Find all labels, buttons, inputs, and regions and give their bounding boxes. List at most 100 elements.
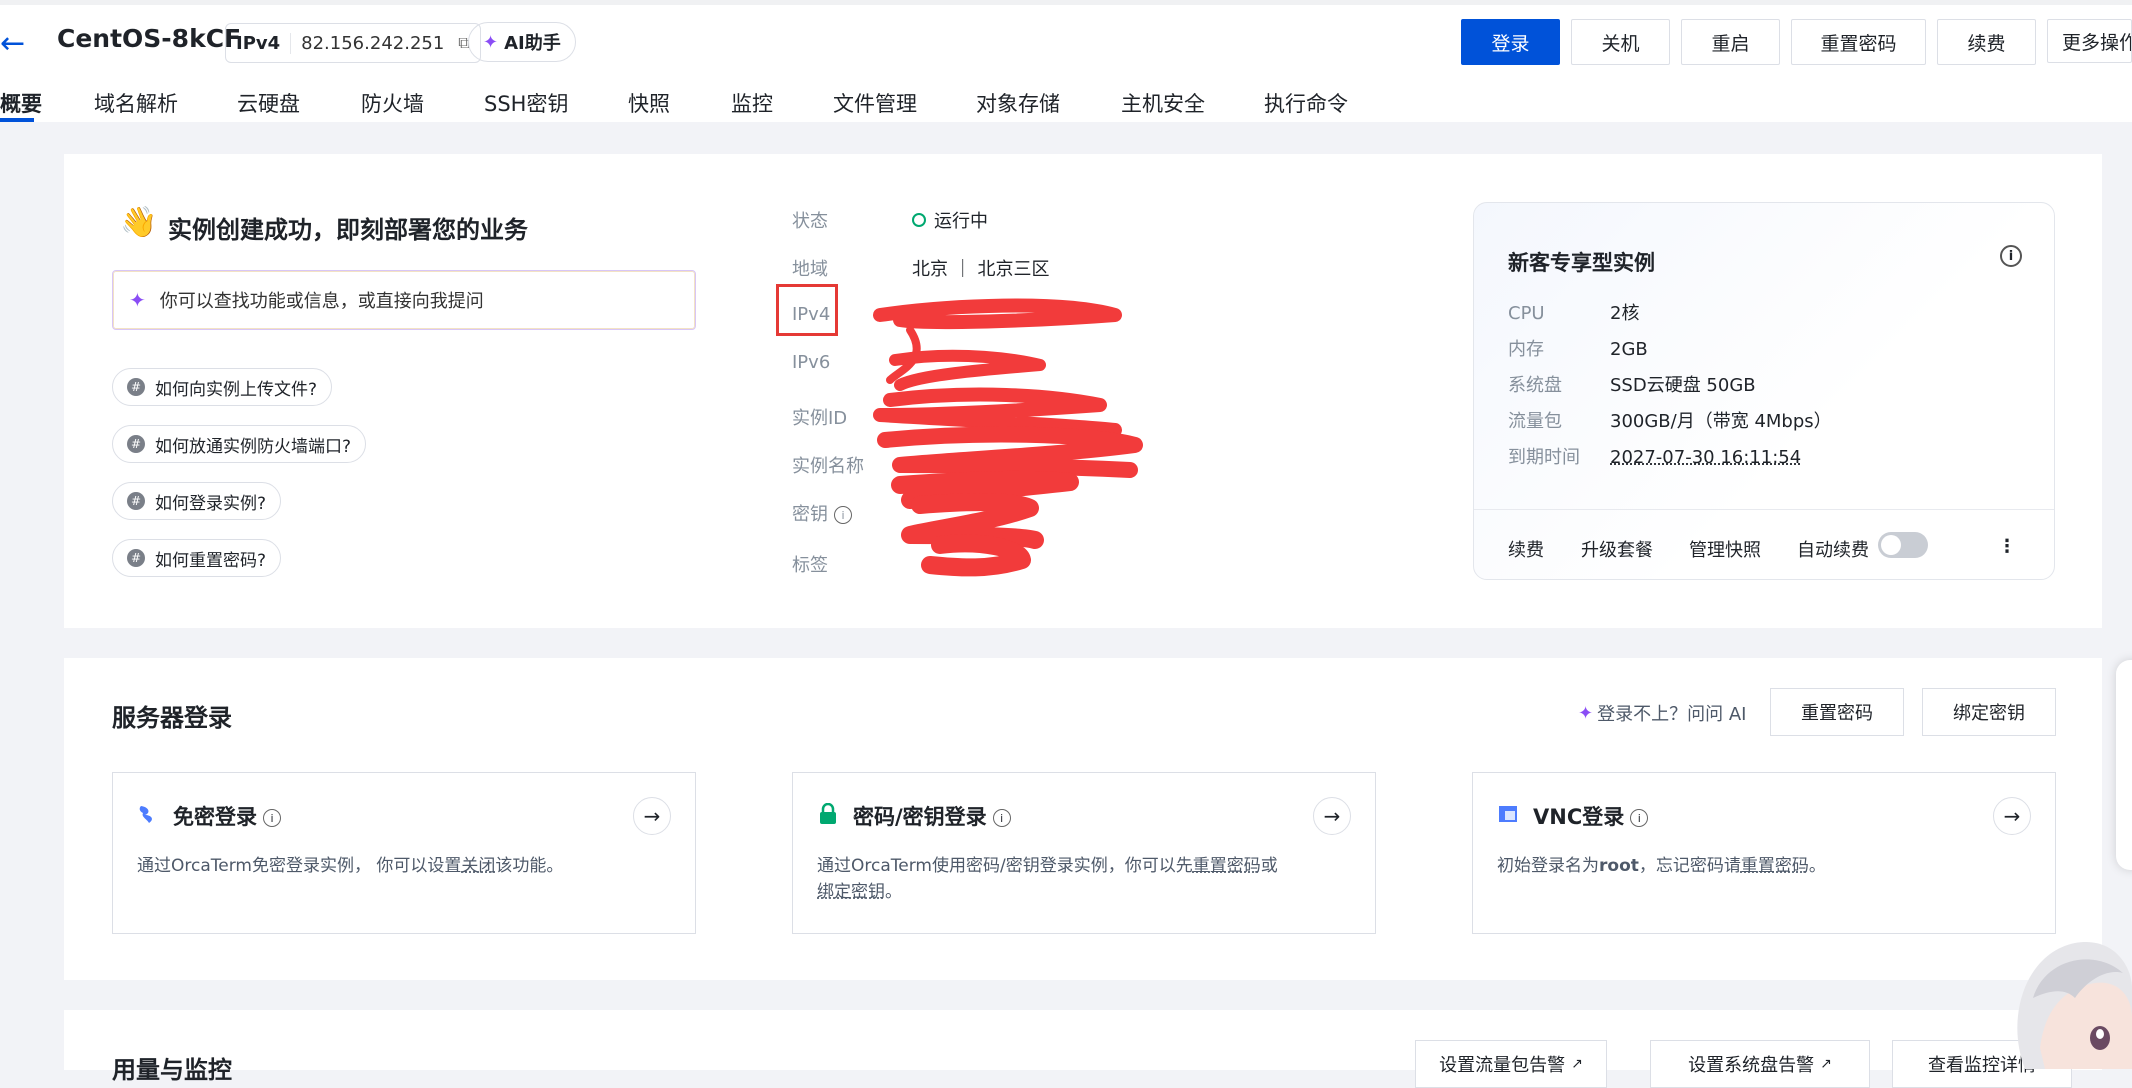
- info-icon[interactable]: i: [993, 809, 1011, 827]
- bind-key-link[interactable]: 绑定密钥: [817, 882, 885, 902]
- renew-button[interactable]: 续费: [1937, 19, 2036, 65]
- spec-key: 到期时间: [1508, 443, 1610, 469]
- vnc-reset-password-link[interactable]: 重置密码: [1741, 856, 1809, 876]
- tab-execute-command[interactable]: 执行命令: [1264, 88, 1348, 118]
- spec-key: 系统盘: [1508, 371, 1610, 397]
- tag-label: 标签: [792, 551, 828, 577]
- info-icon[interactable]: i: [834, 506, 852, 524]
- spec-value: 2核: [1610, 303, 1639, 324]
- auto-renew-toggle[interactable]: [1878, 532, 1928, 558]
- sparkle-icon: ✦: [1578, 703, 1593, 724]
- tab-firewall[interactable]: 防火墙: [361, 88, 424, 118]
- arrow-right-icon[interactable]: →: [1313, 797, 1351, 835]
- redaction-scribble: [870, 290, 1150, 580]
- vnc-title: VNC登录 i: [1533, 801, 1648, 831]
- login-reset-password-button[interactable]: 重置密码: [1770, 688, 1904, 736]
- ai-assistant-label: AI助手: [504, 29, 561, 55]
- faq-label: 如何向实例上传文件?: [155, 375, 317, 400]
- manage-snapshot-link[interactable]: 管理快照: [1689, 536, 1761, 562]
- arrow-right-icon[interactable]: →: [633, 797, 671, 835]
- more-vertical-icon[interactable]: ⋮: [1998, 536, 2016, 557]
- vnc-window-icon: [1497, 803, 1519, 825]
- desc-text: 或: [1261, 856, 1278, 876]
- card-title-text: 免密登录: [173, 805, 257, 829]
- faq-open-firewall[interactable]: # 如何放通实例防火墙端口?: [112, 425, 366, 463]
- active-tab-indicator: [0, 118, 34, 122]
- password-key-desc: 通过OrcaTerm使用密码/密钥登录实例，你可以先重置密码或 绑定密钥。: [817, 853, 1337, 905]
- vnc-desc: 初始登录名为root，忘记密码请重置密码。: [1497, 853, 1826, 879]
- tab-dns[interactable]: 域名解析: [94, 88, 178, 118]
- spec-title: 新客专享型实例: [1508, 247, 1655, 277]
- tab-snapshot[interactable]: 快照: [628, 88, 670, 118]
- traffic-alarm-button[interactable]: 设置流量包告警 ↗: [1415, 1040, 1607, 1088]
- info-icon[interactable]: i: [1630, 809, 1648, 827]
- faq-login-instance[interactable]: # 如何登录实例?: [112, 482, 281, 520]
- tab-monitor[interactable]: 监控: [731, 88, 773, 118]
- faq-label: 如何放通实例防火墙端口?: [155, 432, 351, 457]
- mascot-avatar[interactable]: [2005, 928, 2132, 1069]
- password-key-login-card[interactable]: 密码/密钥登录 i → 通过OrcaTerm使用密码/密钥登录实例，你可以先重置密…: [792, 772, 1376, 934]
- tab-cloud-disk[interactable]: 云硬盘: [237, 88, 300, 118]
- instance-spec-card: 新客专享型实例 i CPU 2核 内存 2GB 系统盘 SSD云硬盘 50GB 流量包…: [1473, 202, 2055, 580]
- ipv6-label: IPv6: [792, 352, 830, 373]
- ipv4-label: IPv4: [792, 304, 830, 325]
- hash-icon: #: [127, 492, 145, 510]
- bind-key-button[interactable]: 绑定密钥: [1922, 688, 2056, 736]
- more-actions-button[interactable]: 更多操作: [2047, 19, 2132, 63]
- info-icon[interactable]: i: [2000, 245, 2022, 267]
- tab-overview[interactable]: 概要: [0, 88, 42, 118]
- passwordless-desc: 通过OrcaTerm免密登录实例， 你可以设置关闭该功能。: [137, 853, 563, 879]
- passwordless-icon: [137, 803, 159, 825]
- ai-assistant-button[interactable]: ✦ AI助手: [468, 22, 576, 62]
- tab-object-storage[interactable]: 对象存储: [976, 88, 1060, 118]
- status-value: 运行中: [912, 207, 988, 233]
- ask-ai-login-link[interactable]: ✦ 登录不上？问问 AI: [1578, 700, 1746, 726]
- arrow-right-icon[interactable]: →: [1993, 797, 2031, 835]
- faq-label: 如何重置密码?: [155, 546, 266, 571]
- passwordless-login-card[interactable]: 免密登录 i → 通过OrcaTerm免密登录实例， 你可以设置关闭该功能。: [112, 772, 696, 934]
- vnc-login-card[interactable]: VNC登录 i → 初始登录名为root，忘记密码请重置密码。: [1472, 772, 2056, 934]
- tab-ssh-key[interactable]: SSH密钥: [484, 88, 568, 118]
- tab-host-security[interactable]: 主机安全: [1121, 88, 1205, 118]
- disk-alarm-button[interactable]: 设置系统盘告警 ↗: [1650, 1040, 1870, 1088]
- sparkle-icon: ✦: [129, 288, 146, 312]
- instance-name-label: 实例名称: [792, 452, 864, 478]
- disable-link[interactable]: 关闭: [461, 856, 495, 876]
- spec-value: 2GB: [1610, 339, 1648, 360]
- auto-renew-label: 自动续费: [1797, 536, 1869, 562]
- sparkle-icon: ✦: [483, 32, 498, 53]
- side-floating-panel[interactable]: [2116, 660, 2132, 870]
- spec-renew-link[interactable]: 续费: [1508, 536, 1544, 562]
- upgrade-plan-link[interactable]: 升级套餐: [1581, 536, 1653, 562]
- passwordless-title: 免密登录 i: [173, 801, 281, 831]
- faq-label: 如何登录实例?: [155, 489, 266, 514]
- status-text: 运行中: [934, 207, 988, 233]
- reset-password-link[interactable]: 重置密码: [1193, 856, 1261, 876]
- welcome-title: 实例创建成功，即刻部署您的业务: [168, 210, 528, 245]
- spec-value: 2027-07-30 16:11:54: [1610, 447, 1801, 468]
- top-divider: [0, 0, 2132, 5]
- ask-input[interactable]: ✦ 你可以查找功能或信息，或直接向我提问: [112, 270, 696, 330]
- key-label: 密钥 i: [792, 500, 852, 526]
- login-button[interactable]: 登录: [1461, 19, 1560, 65]
- instance-id-label: 实例ID: [792, 404, 847, 430]
- instance-title: CentOS-8kCF: [57, 24, 241, 53]
- login-section-title: 服务器登录: [112, 698, 232, 733]
- arrow-left-icon[interactable]: ←: [0, 26, 25, 61]
- tab-file-manager[interactable]: 文件管理: [833, 88, 917, 118]
- password-key-title: 密码/密钥登录 i: [853, 801, 1011, 831]
- desc-text: 初始登录名为: [1497, 856, 1599, 876]
- region-value: 北京 ｜ 北京三区: [912, 255, 1049, 281]
- restart-button[interactable]: 重启: [1681, 19, 1780, 65]
- lock-icon: [817, 803, 839, 825]
- desc-text: 。: [1809, 856, 1826, 876]
- reset-password-button[interactable]: 重置密码: [1791, 19, 1926, 65]
- spec-key: 流量包: [1508, 407, 1610, 433]
- usage-section-title: 用量与监控: [112, 1050, 232, 1085]
- running-status-icon: [912, 213, 926, 227]
- faq-upload-files[interactable]: # 如何向实例上传文件?: [112, 368, 332, 406]
- faq-reset-password[interactable]: # 如何重置密码?: [112, 539, 281, 577]
- ask-placeholder: 你可以查找功能或信息，或直接向我提问: [160, 287, 484, 313]
- shutdown-button[interactable]: 关机: [1571, 19, 1670, 65]
- info-icon[interactable]: i: [263, 809, 281, 827]
